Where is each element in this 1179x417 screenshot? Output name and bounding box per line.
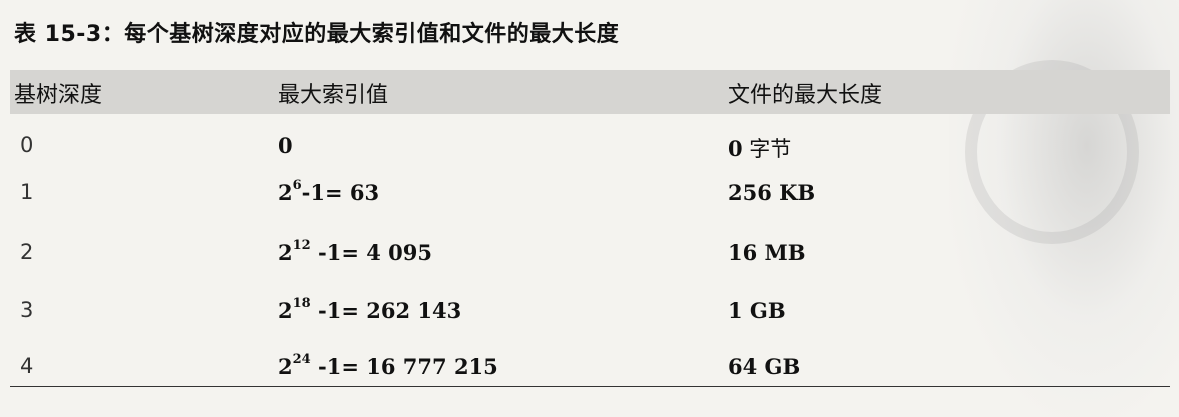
row-0-max-index: 0 (278, 133, 293, 158)
header-max-index: 最大索引值 (278, 83, 389, 108)
row-3-depth: 3 (20, 298, 34, 322)
table-header-band (10, 70, 1170, 114)
row-2-max-size: 16 MB (728, 240, 806, 265)
row-3-max-index: 218 -1= 262 143 (278, 296, 462, 323)
row-4-depth: 4 (20, 354, 34, 378)
row-3-max-size: 1 GB (728, 298, 786, 323)
row-0-max-size: 0 字节 (728, 136, 792, 161)
row-0-depth: 0 (20, 133, 34, 157)
row-2-depth: 2 (20, 240, 34, 264)
table-caption: 表 15-3：每个基树深度对应的最大索引值和文件的最大长度 (14, 22, 620, 47)
row-1-depth: 1 (20, 180, 34, 204)
row-1-max-index: 26-1= 63 (278, 178, 380, 205)
bleed-through-background (0, 0, 1179, 417)
row-4-max-index: 224 -1= 16 777 215 (278, 352, 498, 379)
table-bottom-rule (10, 386, 1170, 387)
row-4-max-size: 64 GB (728, 354, 801, 379)
row-2-max-index: 212 -1= 4 095 (278, 238, 433, 265)
header-depth: 基树深度 (14, 83, 103, 108)
row-1-max-size: 256 KB (728, 180, 816, 205)
background-smudge (949, 0, 1179, 417)
header-max-file-size: 文件的最大长度 (728, 83, 883, 108)
